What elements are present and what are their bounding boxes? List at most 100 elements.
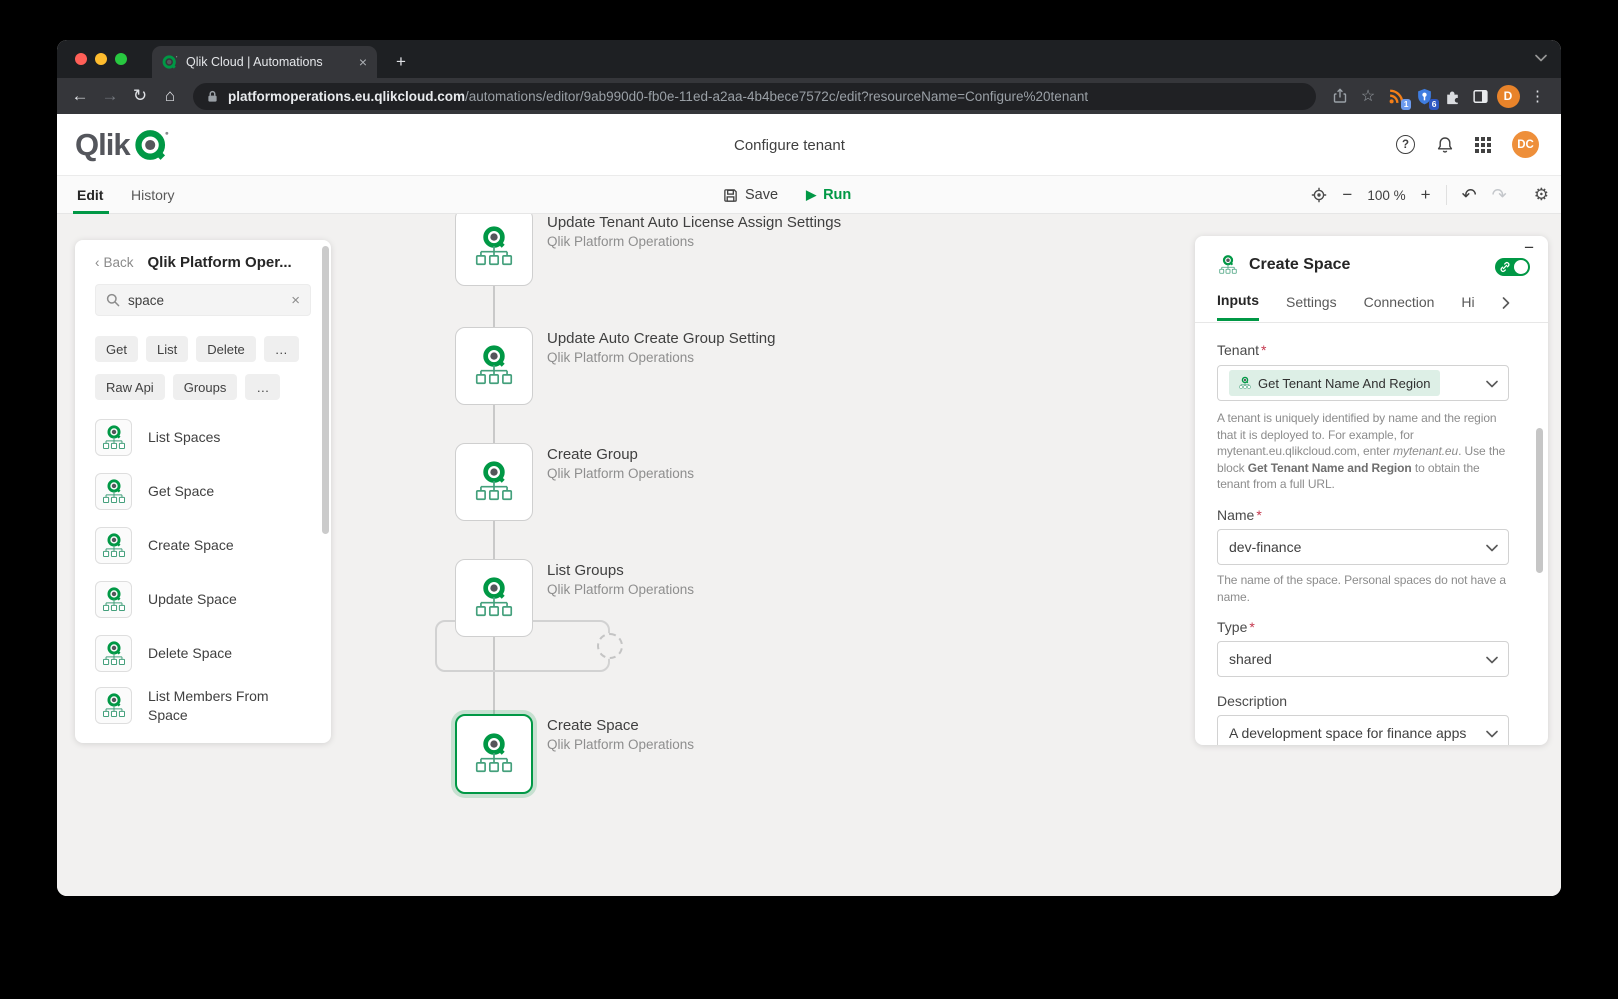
- qlik-block-icon: [95, 635, 132, 672]
- sidebar-scrollbar[interactable]: [322, 246, 329, 534]
- browser-tab[interactable]: Qlik Cloud | Automations ×: [152, 46, 377, 78]
- drop-target-placeholder[interactable]: [597, 633, 623, 659]
- tenant-select[interactable]: Get Tenant Name And Region: [1217, 365, 1509, 401]
- description-select[interactable]: A development space for finance apps: [1217, 715, 1509, 745]
- qlik-block-icon: [471, 731, 517, 777]
- tab-close-icon[interactable]: ×: [359, 54, 367, 70]
- qlik-block-icon: [1238, 376, 1252, 390]
- minimize-window-button[interactable]: [95, 53, 107, 65]
- list-item-list-members-from-space[interactable]: List Members From Space: [95, 687, 305, 725]
- url-text: platformoperations.eu.qlikcloud.com/auto…: [228, 89, 1088, 104]
- filter-chip-groups[interactable]: Groups: [172, 374, 238, 400]
- qlik-logo[interactable]: Qlik: [75, 127, 170, 163]
- close-window-button[interactable]: [75, 53, 87, 65]
- tab-search-chevron-icon[interactable]: [1535, 54, 1547, 62]
- list-item-create-space[interactable]: Create Space: [95, 527, 305, 564]
- qlik-block-icon: [95, 687, 132, 725]
- block-label: Update Auto Create Group Setting Qlik Pl…: [547, 330, 776, 365]
- browser-menu-icon[interactable]: ⋮: [1524, 87, 1551, 105]
- list-item-get-space[interactable]: Get Space: [95, 473, 305, 510]
- block-enabled-toggle[interactable]: [1495, 258, 1530, 276]
- tabs-overflow-chevron-icon[interactable]: [1502, 297, 1510, 309]
- help-icon[interactable]: ?: [1396, 135, 1415, 154]
- list-item-delete-space[interactable]: Delete Space: [95, 635, 305, 672]
- list-item-list-spaces[interactable]: List Spaces: [95, 419, 305, 456]
- notifications-bell-icon[interactable]: [1436, 136, 1454, 154]
- automation-canvas[interactable]: Update Tenant Auto License Assign Settin…: [57, 214, 1561, 896]
- description-label: Description: [1217, 693, 1288, 709]
- inspector-scrollbar[interactable]: [1536, 428, 1543, 573]
- toggle-knob: [1514, 260, 1528, 274]
- fit-view-crosshair-icon[interactable]: [1311, 187, 1327, 203]
- screenshot-stage: Qlik Cloud | Automations × + ← → ↻ ⌂ pla…: [0, 0, 1618, 999]
- tab-connection[interactable]: Connection: [1364, 294, 1435, 320]
- app-header: Qlik Configure tenant ? DC: [57, 114, 1561, 176]
- address-bar[interactable]: platformoperations.eu.qlikcloud.com/auto…: [193, 82, 1316, 110]
- back-icon[interactable]: ←: [67, 83, 93, 109]
- filter-chip-more[interactable]: …: [263, 336, 299, 362]
- filter-chip-get[interactable]: Get: [95, 336, 138, 362]
- collapse-panel-icon[interactable]: −: [1524, 238, 1534, 258]
- bookmark-star-icon[interactable]: ☆: [1356, 84, 1380, 108]
- inspector-block-title: Create Space: [1249, 256, 1351, 273]
- automation-title: Configure tenant: [734, 136, 845, 154]
- undo-icon[interactable]: ↶: [1462, 185, 1477, 206]
- block-update-auto-create-group[interactable]: [455, 327, 533, 405]
- tab-settings[interactable]: Settings: [1286, 294, 1337, 320]
- reload-icon[interactable]: ↻: [127, 83, 153, 109]
- tab-edit[interactable]: Edit: [77, 176, 103, 214]
- save-button[interactable]: Save: [723, 187, 778, 203]
- filter-chip-list[interactable]: List: [145, 336, 189, 362]
- shield-badge: 6: [1429, 99, 1439, 110]
- block-list-groups[interactable]: [455, 559, 533, 637]
- block-create-group[interactable]: [455, 443, 533, 521]
- filter-chip-more[interactable]: …: [245, 374, 281, 400]
- extensions-puzzle-icon[interactable]: [1440, 84, 1464, 108]
- tab-history-truncated[interactable]: Hi: [1461, 294, 1474, 320]
- share-icon[interactable]: [1328, 84, 1352, 108]
- block-update-tenant-auto-license[interactable]: [455, 214, 533, 286]
- tenant-value-chip: Get Tenant Name And Region: [1229, 370, 1440, 396]
- settings-gear-icon[interactable]: ⚙: [1534, 185, 1549, 205]
- block-label: List Groups Qlik Platform Operations: [547, 562, 695, 597]
- home-icon[interactable]: ⌂: [157, 83, 183, 109]
- chevron-left-icon: ‹: [95, 255, 100, 270]
- forward-icon[interactable]: →: [97, 83, 123, 109]
- block-create-space-selected[interactable]: [455, 714, 533, 794]
- clear-search-icon[interactable]: ×: [291, 292, 300, 309]
- name-select[interactable]: dev-finance: [1217, 529, 1509, 565]
- browser-profile-avatar[interactable]: D: [1496, 84, 1520, 108]
- rss-extension-icon[interactable]: 1: [1384, 84, 1411, 110]
- tab-history[interactable]: History: [131, 176, 175, 214]
- zoom-in-button[interactable]: +: [1421, 185, 1431, 205]
- filter-chip-delete[interactable]: Delete: [196, 336, 256, 362]
- zoom-out-button[interactable]: −: [1342, 185, 1352, 205]
- qlik-favicon: [162, 54, 178, 70]
- chevron-down-icon: [1486, 656, 1498, 664]
- run-button[interactable]: ▶ Run: [806, 187, 851, 203]
- search-icon: [106, 293, 120, 307]
- qlik-block-icon: [95, 419, 132, 456]
- browser-window: Qlik Cloud | Automations × + ← → ↻ ⌂ pla…: [57, 40, 1561, 896]
- side-panel-icon[interactable]: [1468, 84, 1492, 108]
- redo-icon[interactable]: ↷: [1492, 185, 1507, 206]
- shield-extension-icon[interactable]: 6: [1412, 84, 1439, 110]
- qlik-block-icon: [95, 581, 132, 618]
- qlik-block-icon: [1217, 254, 1239, 276]
- back-button[interactable]: ‹ Back: [95, 255, 134, 270]
- app-launcher-waffle-icon[interactable]: [1475, 137, 1491, 153]
- browser-tabstrip: Qlik Cloud | Automations × +: [57, 40, 1561, 78]
- user-avatar[interactable]: DC: [1512, 131, 1539, 158]
- qlik-block-icon: [471, 575, 517, 621]
- tab-inputs[interactable]: Inputs: [1217, 292, 1259, 321]
- list-item-update-space[interactable]: Update Space: [95, 581, 305, 618]
- chevron-down-icon: [1486, 730, 1498, 738]
- filter-chip-raw-api[interactable]: Raw Api: [95, 374, 165, 400]
- floppy-icon: [723, 188, 738, 203]
- link-icon: [1499, 261, 1511, 273]
- fullscreen-window-button[interactable]: [115, 53, 127, 65]
- type-select[interactable]: shared: [1217, 641, 1509, 677]
- block-search-input[interactable]: space ×: [95, 284, 311, 316]
- new-tab-button[interactable]: +: [389, 50, 413, 74]
- qlik-block-icon: [471, 224, 517, 270]
